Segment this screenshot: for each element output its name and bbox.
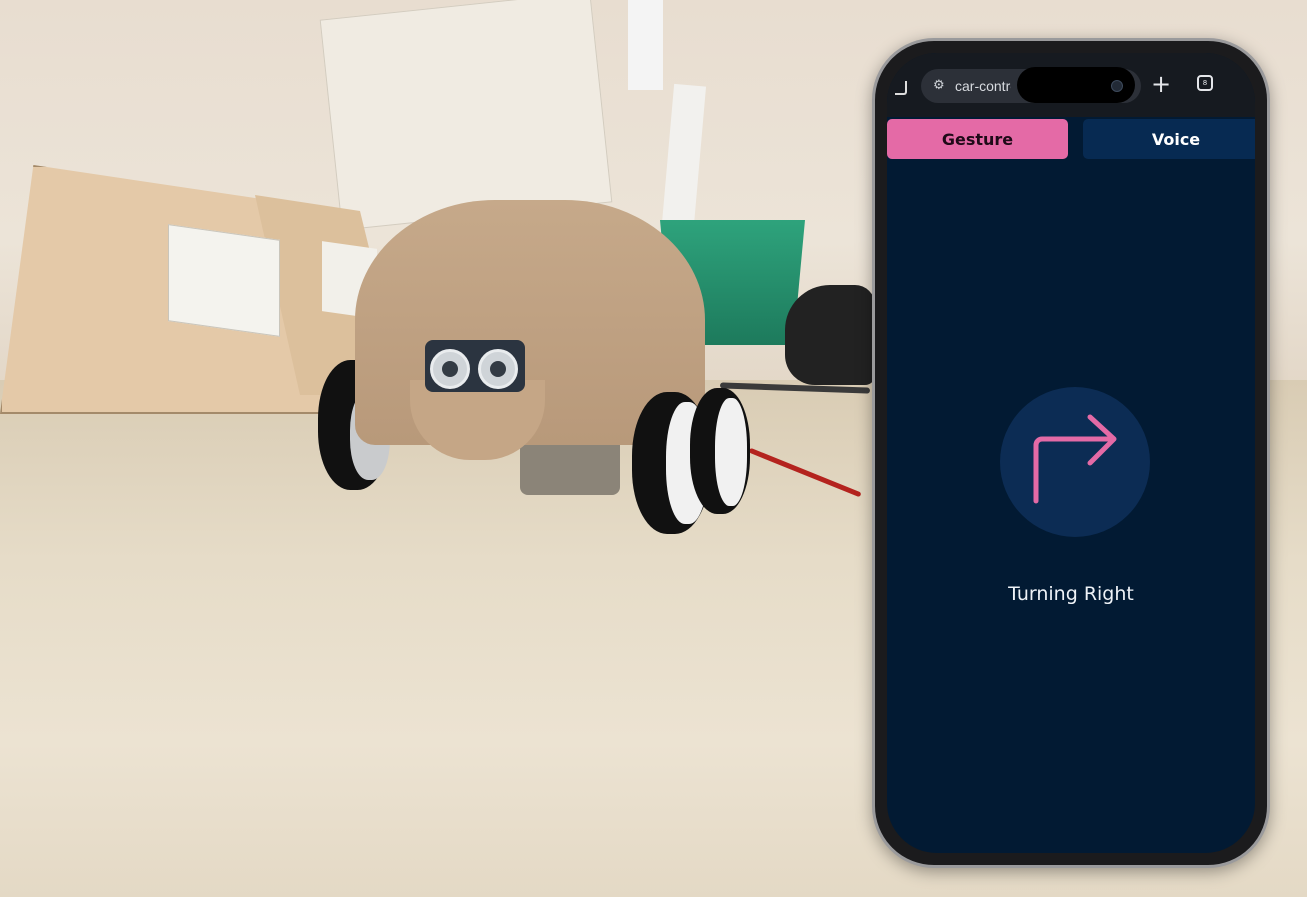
url-text: car-contro [955, 78, 1011, 94]
phone-screen: ⚙ car-contro + 8 Gesture Voice Turning R… [887, 53, 1255, 853]
status-text: Turning Right [1008, 583, 1134, 605]
direction-indicator [1000, 387, 1150, 537]
tab-count: 8 [1202, 79, 1208, 87]
tab-gesture[interactable]: Gesture [887, 119, 1068, 159]
cardboard-board [319, 0, 613, 231]
camera-icon [1111, 80, 1123, 92]
phone-mockup: ⚙ car-contro + 8 Gesture Voice Turning R… [872, 38, 1270, 868]
arrow-turn-right-icon [1033, 414, 1117, 504]
dynamic-island [1017, 67, 1135, 103]
wheel-hub [715, 398, 747, 506]
sensor-eye [430, 349, 470, 389]
paper-note [628, 0, 663, 90]
black-object [785, 285, 875, 385]
wall-socket [168, 224, 280, 337]
tab-switcher-icon[interactable]: 8 [1197, 75, 1213, 91]
back-icon[interactable] [895, 81, 907, 95]
new-tab-icon[interactable]: + [1151, 71, 1171, 97]
sensor-eye [478, 349, 518, 389]
tab-voice[interactable]: Voice [1083, 119, 1255, 159]
site-settings-icon[interactable]: ⚙ [933, 78, 945, 94]
browser-toolbar: ⚙ car-contro + 8 [887, 53, 1255, 117]
mode-tabs: Gesture Voice [887, 117, 1255, 161]
